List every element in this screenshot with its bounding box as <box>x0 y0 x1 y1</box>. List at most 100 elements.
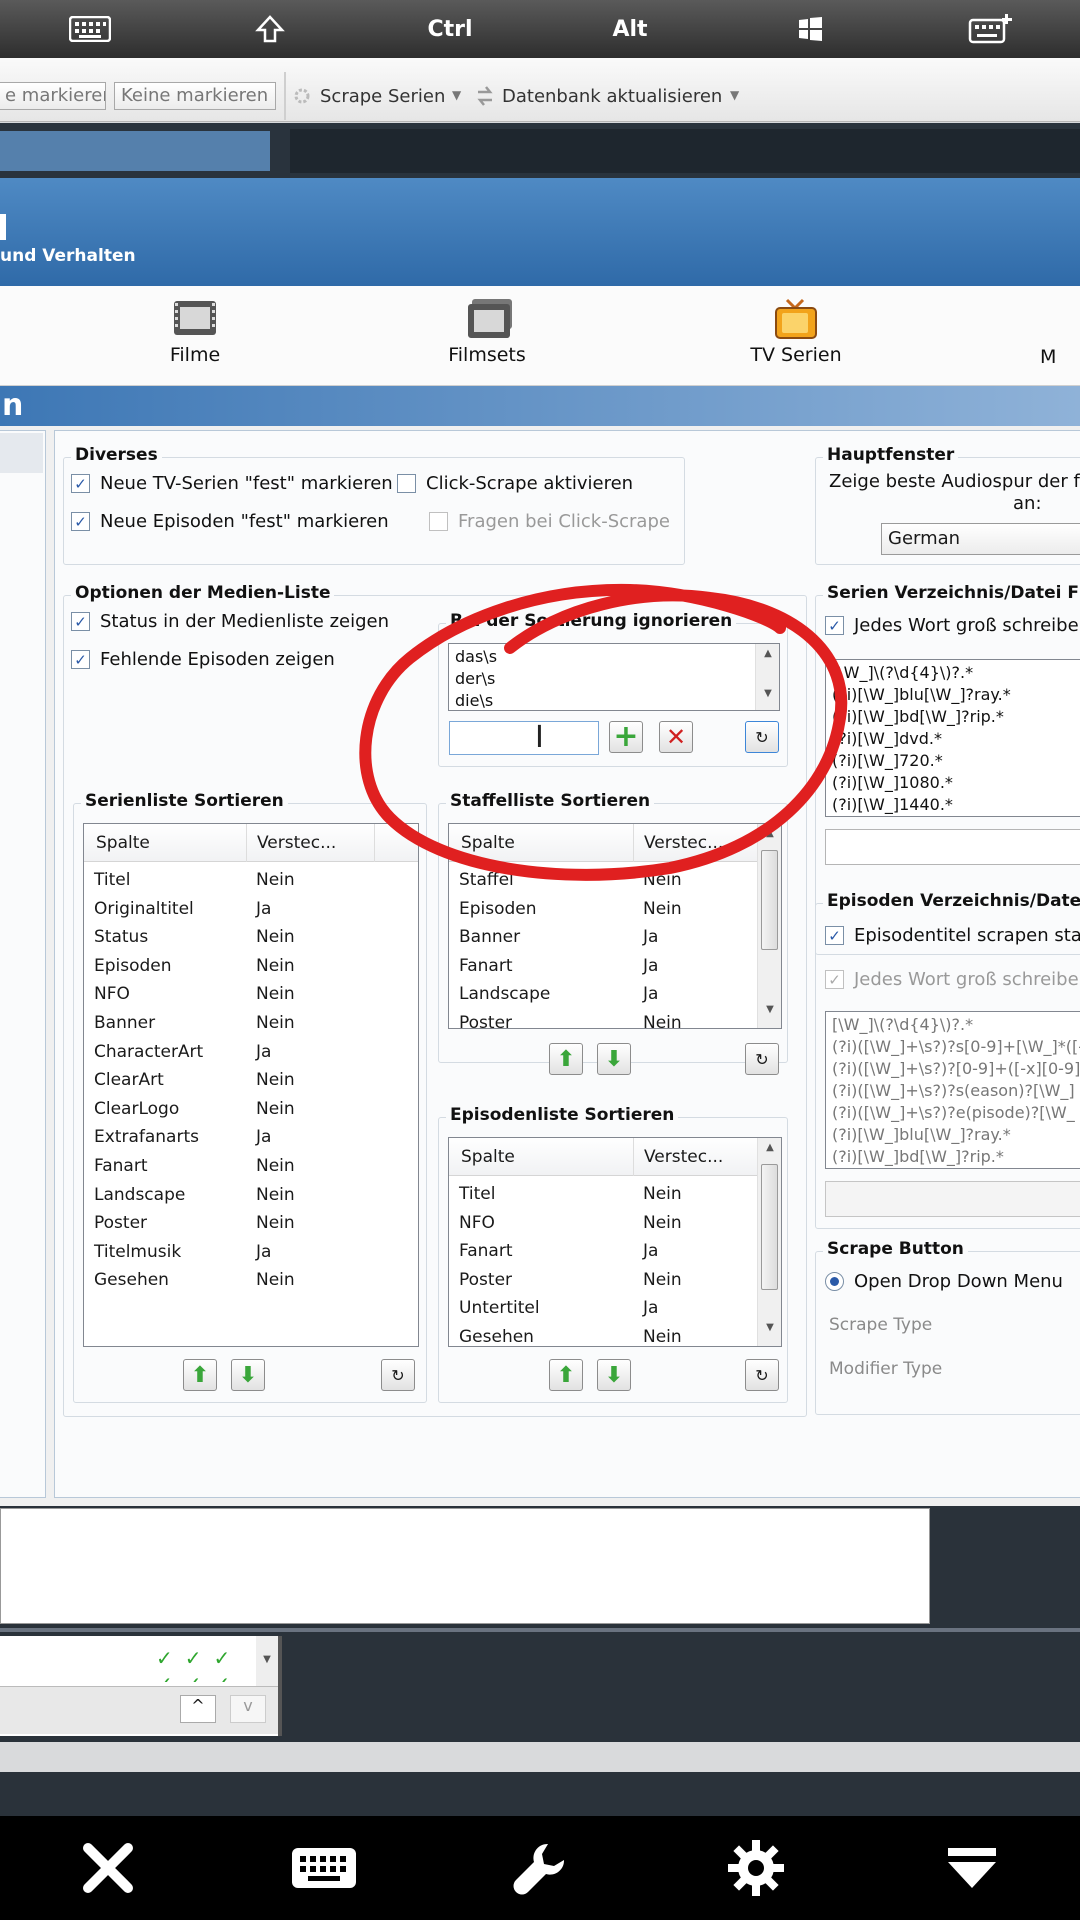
checkbox-status-in-list[interactable]: ✓ Status in der Medienliste zeigen <box>71 611 389 632</box>
ctrl-key[interactable]: Ctrl <box>390 0 510 58</box>
status-checks: ✓✓✓ <box>156 1646 243 1670</box>
col-column[interactable]: Spalte <box>461 1147 515 1167</box>
update-dropdown-icon[interactable]: ▼ <box>730 88 739 102</box>
nav-movies[interactable]: Filme <box>125 298 265 366</box>
alt-key[interactable]: Alt <box>570 0 690 58</box>
table-row[interactable]: Gesehen Nein <box>449 1327 757 1346</box>
col-hidden[interactable]: Verstec... <box>246 824 336 862</box>
windows-icon[interactable] <box>750 0 870 58</box>
table-row[interactable]: Poster Nein <box>449 1270 757 1298</box>
episode-filter-list[interactable]: [\W_]\(?\d{4}\)?.* (?i)([\W_]+\s?)?s[0-9… <box>825 1011 1080 1169</box>
bottom-area: ✓✓✓ ✓✓✓ ▼ ^ v <box>0 1506 1080 1816</box>
move-up-button[interactable]: ⬆ <box>549 1043 583 1075</box>
keyboard-add-icon[interactable] <box>930 0 1050 58</box>
table-row[interactable]: Banner Nein <box>84 1013 394 1041</box>
list-item[interactable]: (?i)[\W_]blu[\W_]?ray.* <box>832 1124 1011 1146</box>
wrench-icon[interactable] <box>480 1816 600 1920</box>
scrape-dropdown-icon[interactable]: ▼ <box>452 88 461 102</box>
scrollbar[interactable]: ▲ ▼ <box>757 1138 781 1346</box>
checkbox-new-episodes-fixed[interactable]: ✓ Neue Episoden "fest" markieren <box>71 511 389 532</box>
table-row[interactable]: Titel Nein <box>84 870 394 898</box>
close-icon[interactable] <box>48 1816 168 1920</box>
splitter[interactable] <box>0 1628 1080 1632</box>
scroll-thumb[interactable] <box>761 1164 778 1290</box>
table-row[interactable]: Fanart Ja <box>449 956 757 984</box>
keyboard-icon[interactable] <box>30 0 150 58</box>
col-column[interactable]: Spalte <box>96 833 150 853</box>
series-sort-list[interactable]: Spalte Verstec... Titel Nein Originaltitel… <box>83 823 419 1347</box>
table-row[interactable]: NFO Nein <box>84 984 394 1012</box>
col-hidden[interactable]: Verstec... <box>633 1138 723 1176</box>
reset-button[interactable]: ↻ <box>745 1043 779 1075</box>
table-row[interactable]: Episoden Nein <box>84 956 394 984</box>
move-down-button[interactable]: ⬇ <box>597 1043 631 1075</box>
scroll-down-icon[interactable]: ▼ <box>758 1322 781 1342</box>
scrape-series-button[interactable]: Scrape Serien <box>320 86 445 107</box>
nav-tvshows[interactable]: TV Serien <box>726 298 866 366</box>
checkbox-episode-capitalize[interactable]: ✓ Jedes Wort groß schreiben <box>825 969 1080 990</box>
checkbox-missing-episodes[interactable]: ✓ Fehlende Episoden zeigen <box>71 649 335 670</box>
scroll-up-icon[interactable]: ▲ <box>758 1142 781 1162</box>
reset-button[interactable]: ↻ <box>381 1359 415 1391</box>
table-row[interactable]: Titel Nein <box>449 1184 757 1212</box>
pager-down-button[interactable]: v <box>230 1695 266 1723</box>
table-row[interactable]: Banner Ja <box>449 927 757 955</box>
checkbox-click-scrape[interactable]: Click-Scrape aktivieren <box>397 473 633 494</box>
table-row[interactable]: Landscape Ja <box>449 984 757 1012</box>
table-row[interactable]: Originaltitel Ja <box>84 899 394 927</box>
row-hidden-value: Nein <box>256 1013 295 1033</box>
table-row[interactable]: Fanart Nein <box>84 1156 394 1184</box>
list-item[interactable]: (?i)([\W_]+\s?)?[0-9]+([-x][0-9]+ <box>832 1058 1080 1080</box>
sidebar-tree[interactable] <box>0 430 46 1498</box>
move-down-button[interactable]: ⬇ <box>597 1359 631 1391</box>
move-down-button[interactable]: ⬇ <box>231 1359 265 1391</box>
row-hidden-value: Ja <box>256 1241 272 1262</box>
sidebar-selected-item[interactable] <box>0 433 43 473</box>
table-row[interactable]: Fanart Ja <box>449 1241 757 1269</box>
table-row[interactable]: Status Nein <box>84 927 394 955</box>
media-list[interactable]: ✓✓✓ ✓✓✓ ▼ ^ v <box>0 1636 282 1736</box>
gear-icon[interactable] <box>696 1816 816 1920</box>
shift-icon[interactable] <box>210 0 330 58</box>
list-item[interactable]: (?i)[\W_]bd[\W_]?rip.* <box>832 1146 1004 1168</box>
section-header: n <box>0 386 1080 426</box>
move-up-button[interactable]: ⬆ <box>549 1359 583 1391</box>
check-icon: ✓ <box>825 926 844 945</box>
table-row[interactable]: Titelmusik Ja <box>84 1242 394 1270</box>
table-row[interactable]: Poster Nein <box>84 1213 394 1241</box>
row-hidden-value: Nein <box>643 1013 682 1029</box>
nav-moviesets[interactable]: Filmsets <box>417 298 557 366</box>
table-row[interactable]: NFO Nein <box>449 1213 757 1241</box>
list-item[interactable]: (?i)([\W_]+\s?)?s(eason)?[\W_] <box>832 1080 1075 1102</box>
table-row[interactable]: Untertitel Ja <box>449 1298 757 1326</box>
episode-sort-list[interactable]: Spalte Verstec... Titel Nein NFO Nein Fanart… <box>448 1137 782 1347</box>
hide-bar-icon[interactable] <box>912 1816 1032 1920</box>
list-item[interactable]: (?i)([\W_]+\s?)?s[0-9]+[\W_]*([- <box>832 1036 1080 1058</box>
table-row[interactable]: Episoden Nein <box>449 899 757 927</box>
checkbox-new-series-fixed[interactable]: ✓ Neue TV-Serien "fest" markieren <box>71 473 393 494</box>
table-row[interactable]: Landscape Nein <box>84 1185 394 1213</box>
move-up-button[interactable]: ⬆ <box>183 1359 217 1391</box>
table-row[interactable]: Poster Nein <box>449 1013 757 1029</box>
scroll-down-icon[interactable]: ▼ <box>758 1004 781 1024</box>
reset-button[interactable]: ↻ <box>745 1359 779 1391</box>
checkbox-ask-click-scrape[interactable]: Fragen bei Click-Scrape <box>429 511 670 532</box>
update-database-button[interactable]: Datenbank aktualisieren <box>502 86 722 107</box>
nav-more[interactable]: M <box>1040 346 1080 368</box>
keyboard-icon[interactable] <box>264 1816 384 1920</box>
table-row[interactable]: ClearLogo Nein <box>84 1099 394 1127</box>
list-item[interactable]: (?i)([\W_]+\s?)?e(pisode)?[\W_ <box>832 1102 1075 1124</box>
mark-none-button[interactable]: Keine markieren <box>114 82 276 110</box>
pager-up-button[interactable]: ^ <box>180 1695 216 1723</box>
mark-all-button[interactable]: e markieren <box>0 82 106 110</box>
episode-filter-input[interactable] <box>825 1181 1080 1217</box>
language-select[interactable]: German <box>881 523 1080 555</box>
radio-open-dropdown[interactable]: Open Drop Down Menu <box>825 1271 1063 1292</box>
scroll-down-icon[interactable]: ▼ <box>256 1636 278 1686</box>
checkbox-scrape-episode-title[interactable]: ✓ Episodentitel scrapen stat <box>825 925 1080 946</box>
table-row[interactable]: Extrafanarts Ja <box>84 1127 394 1155</box>
table-row[interactable]: ClearArt Nein <box>84 1070 394 1098</box>
table-row[interactable]: Gesehen Nein <box>84 1270 394 1298</box>
table-row[interactable]: CharacterArt Ja <box>84 1042 394 1070</box>
list-item[interactable]: [\W_]\(?\d{4}\)?.* <box>832 1014 973 1036</box>
